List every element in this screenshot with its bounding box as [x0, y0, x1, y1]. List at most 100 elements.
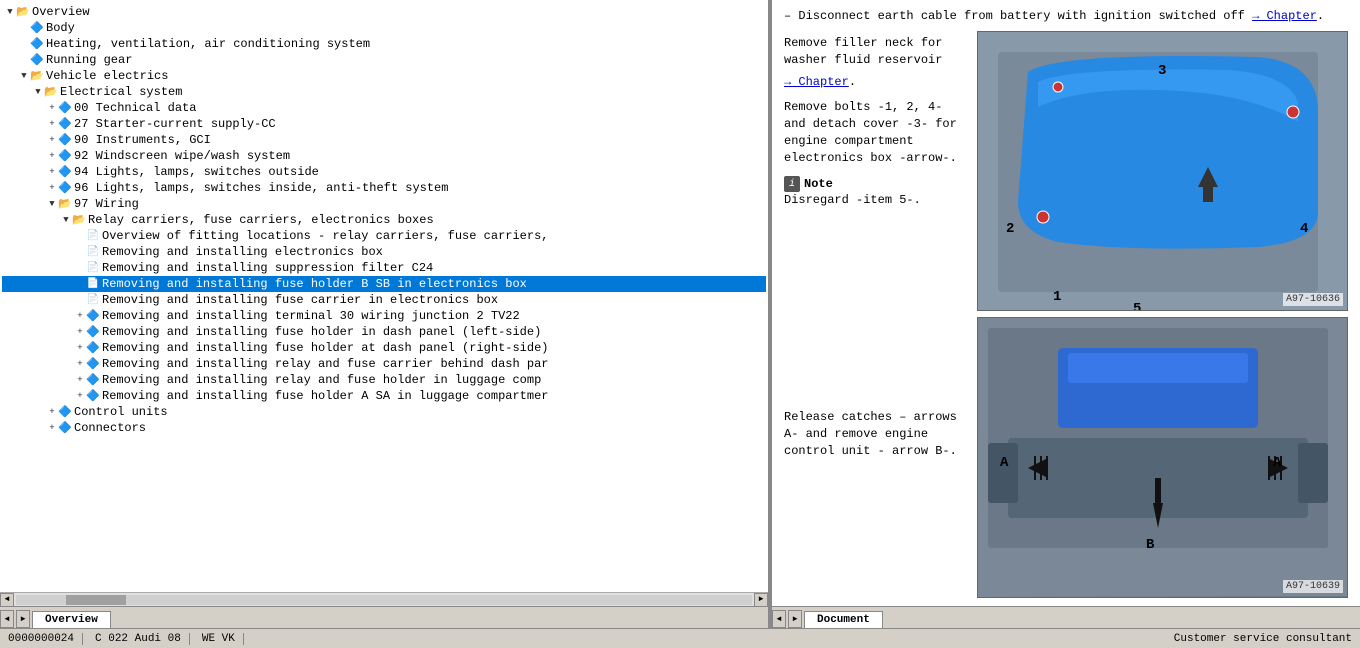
- svg-text:2: 2: [1006, 221, 1014, 237]
- status-middle1: C 022 Audi 08: [91, 633, 190, 645]
- left-arrow-btn[interactable]: ◄: [0, 610, 14, 628]
- right-nav-btn[interactable]: ►: [788, 610, 802, 628]
- tree-item-remove-install-ebox[interactable]: 📄 Removing and installing electronics bo…: [2, 244, 766, 260]
- expand-icon[interactable]: +: [46, 182, 58, 194]
- tree-item-relay-fuse-luggage[interactable]: + 🔷 Removing and installing relay and fu…: [2, 372, 766, 388]
- scroll-left-btn[interactable]: ◄: [0, 593, 14, 607]
- book-icon: 🔷: [86, 373, 100, 387]
- scroll-right-btn[interactable]: ►: [754, 593, 768, 607]
- expand-icon[interactable]: ▼: [46, 198, 58, 210]
- right-arrow-btn[interactable]: ►: [16, 610, 30, 628]
- item-label: Removing and installing fuse holder in d…: [102, 325, 541, 339]
- book-icon: 🔷: [86, 325, 100, 339]
- svg-text:A: A: [1000, 455, 1009, 471]
- tree-item-overview[interactable]: ▼ 📂 Overview: [2, 4, 766, 20]
- chapter-link-1[interactable]: → Chapter: [1252, 9, 1317, 23]
- horizontal-scrollbar[interactable]: ◄ ►: [0, 592, 768, 606]
- status-bar: 0000000024 C 022 Audi 08 WE VK Customer …: [0, 628, 1360, 648]
- instr4-text: Release catches – arrows A- and remove e…: [784, 410, 957, 458]
- expand-icon: [74, 278, 86, 290]
- item-label: 92 Windscreen wipe/wash system: [74, 149, 290, 163]
- item-label: Control units: [74, 405, 168, 419]
- chapter-link-2[interactable]: → Chapter: [784, 75, 849, 89]
- instruction-3: Remove bolts -1, 2, 4- and detach cover …: [784, 99, 969, 166]
- book-icon: 🔷: [58, 149, 72, 163]
- expand-icon[interactable]: ▼: [32, 86, 44, 98]
- tree-item-92[interactable]: + 🔷 92 Windscreen wipe/wash system: [2, 148, 766, 164]
- tree-item-97[interactable]: ▼ 📂 97 Wiring: [2, 196, 766, 212]
- tree-item-relay-fuse-behind-dash[interactable]: + 🔷 Removing and installing relay and fu…: [2, 356, 766, 372]
- book-icon: 🔷: [58, 421, 72, 435]
- expand-icon[interactable]: +: [46, 150, 58, 162]
- scrollbar-thumb[interactable]: [66, 595, 126, 605]
- info-icon: i: [784, 176, 800, 192]
- expand-icon[interactable]: +: [74, 342, 86, 354]
- svg-text:1: 1: [1053, 289, 1061, 305]
- scrollbar-track[interactable]: [16, 595, 752, 605]
- expand-icon[interactable]: +: [46, 166, 58, 178]
- tree-item-96[interactable]: + 🔷 96 Lights, lamps, switches inside, a…: [2, 180, 766, 196]
- item-label: Vehicle electrics: [46, 69, 168, 83]
- expand-icon[interactable]: ▼: [60, 214, 72, 226]
- period-1: .: [1317, 9, 1324, 23]
- expand-icon[interactable]: +: [74, 390, 86, 402]
- tree-item-suppression-filter[interactable]: 📄 Removing and installing suppression fi…: [2, 260, 766, 276]
- book-icon: 🔷: [58, 165, 72, 179]
- tree-item-relay-carriers[interactable]: ▼ 📂 Relay carriers, fuse carriers, elect…: [2, 212, 766, 228]
- expand-icon[interactable]: +: [74, 326, 86, 338]
- right-content: – Disconnect earth cable from battery wi…: [772, 0, 1360, 606]
- book-icon: 🔷: [58, 101, 72, 115]
- instructions-column: Remove filler neck for washer fluid rese…: [784, 31, 969, 598]
- expand-icon: [74, 294, 86, 306]
- item-label: 27 Starter-current supply-CC: [74, 117, 276, 131]
- tree-item-vehicle-electrics[interactable]: ▼ 📂 Vehicle electrics: [2, 68, 766, 84]
- expand-icon[interactable]: +: [46, 422, 58, 434]
- expand-icon[interactable]: +: [46, 118, 58, 130]
- book-icon: 📂: [44, 85, 58, 99]
- note-container: i Note: [784, 176, 969, 192]
- tree-item-control-units[interactable]: + 🔷 Control units: [2, 404, 766, 420]
- expand-icon[interactable]: +: [46, 102, 58, 114]
- expand-icon[interactable]: +: [46, 406, 58, 418]
- right-panel: – Disconnect earth cable from battery wi…: [772, 0, 1360, 628]
- tree-item-90[interactable]: + 🔷 90 Instruments, GCI: [2, 132, 766, 148]
- expand-icon[interactable]: +: [74, 310, 86, 322]
- item-label: Heating, ventilation, air conditioning s…: [46, 37, 370, 51]
- engine-cover-svg: 1 2 3 4 5: [978, 32, 1347, 311]
- tree-item-running-gear[interactable]: 🔷 Running gear: [2, 52, 766, 68]
- expand-icon[interactable]: ▼: [4, 6, 16, 18]
- tree-item-electrical-system[interactable]: ▼ 📂 Electrical system: [2, 84, 766, 100]
- tree-item-94[interactable]: + 🔷 94 Lights, lamps, switches outside: [2, 164, 766, 180]
- book-icon: 🔷: [86, 309, 100, 323]
- tree-item-fuse-carrier[interactable]: 📄 Removing and installing fuse carrier i…: [2, 292, 766, 308]
- tab-overview[interactable]: Overview: [32, 611, 111, 628]
- tree-item-terminal30[interactable]: + 🔷 Removing and installing terminal 30 …: [2, 308, 766, 324]
- item-label: 90 Instruments, GCI: [74, 133, 211, 147]
- page-icon: 📄: [86, 230, 100, 242]
- expand-icon[interactable]: ▼: [18, 70, 30, 82]
- tree-item-fuse-dash-right[interactable]: + 🔷 Removing and installing fuse holder …: [2, 340, 766, 356]
- item-label: Removing and installing relay and fuse c…: [102, 357, 548, 371]
- expand-icon[interactable]: +: [74, 374, 86, 386]
- tree-item-hvac[interactable]: 🔷 Heating, ventilation, air conditioning…: [2, 36, 766, 52]
- status-right: Customer service consultant: [1174, 633, 1356, 645]
- tree-item-fuse-holder-a[interactable]: + 🔷 Removing and installing fuse holder …: [2, 388, 766, 404]
- tab-document[interactable]: Document: [804, 611, 883, 628]
- item-label: Removing and installing fuse holder at d…: [102, 341, 548, 355]
- tree-item-overview-fitting[interactable]: 📄 Overview of fitting locations - relay …: [2, 228, 766, 244]
- left-nav-btn[interactable]: ◄: [772, 610, 786, 628]
- tree-content[interactable]: ▼ 📂 Overview 🔷 Body 🔷 Heating, ventilati…: [0, 0, 768, 592]
- expand-icon[interactable]: +: [46, 134, 58, 146]
- item-label: Removing and installing electronics box: [102, 245, 383, 259]
- tree-item-connectors[interactable]: + 🔷 Connectors: [2, 420, 766, 436]
- tree-item-27[interactable]: + 🔷 27 Starter-current supply-CC: [2, 116, 766, 132]
- svg-text:B: B: [1146, 537, 1155, 553]
- expand-icon: [74, 230, 86, 242]
- tree-item-fuse-dash-left[interactable]: + 🔷 Removing and installing fuse holder …: [2, 324, 766, 340]
- tree-item-body[interactable]: 🔷 Body: [2, 20, 766, 36]
- tree-item-fuse-holder-b[interactable]: 📄 Removing and installing fuse holder B …: [2, 276, 766, 292]
- expand-icon[interactable]: +: [74, 358, 86, 370]
- tree-item-00[interactable]: + 🔷 00 Technical data: [2, 100, 766, 116]
- item-label: Removing and installing fuse holder B SB…: [102, 277, 527, 291]
- instr2-pre: Remove filler neck for washer fluid rese…: [784, 36, 942, 67]
